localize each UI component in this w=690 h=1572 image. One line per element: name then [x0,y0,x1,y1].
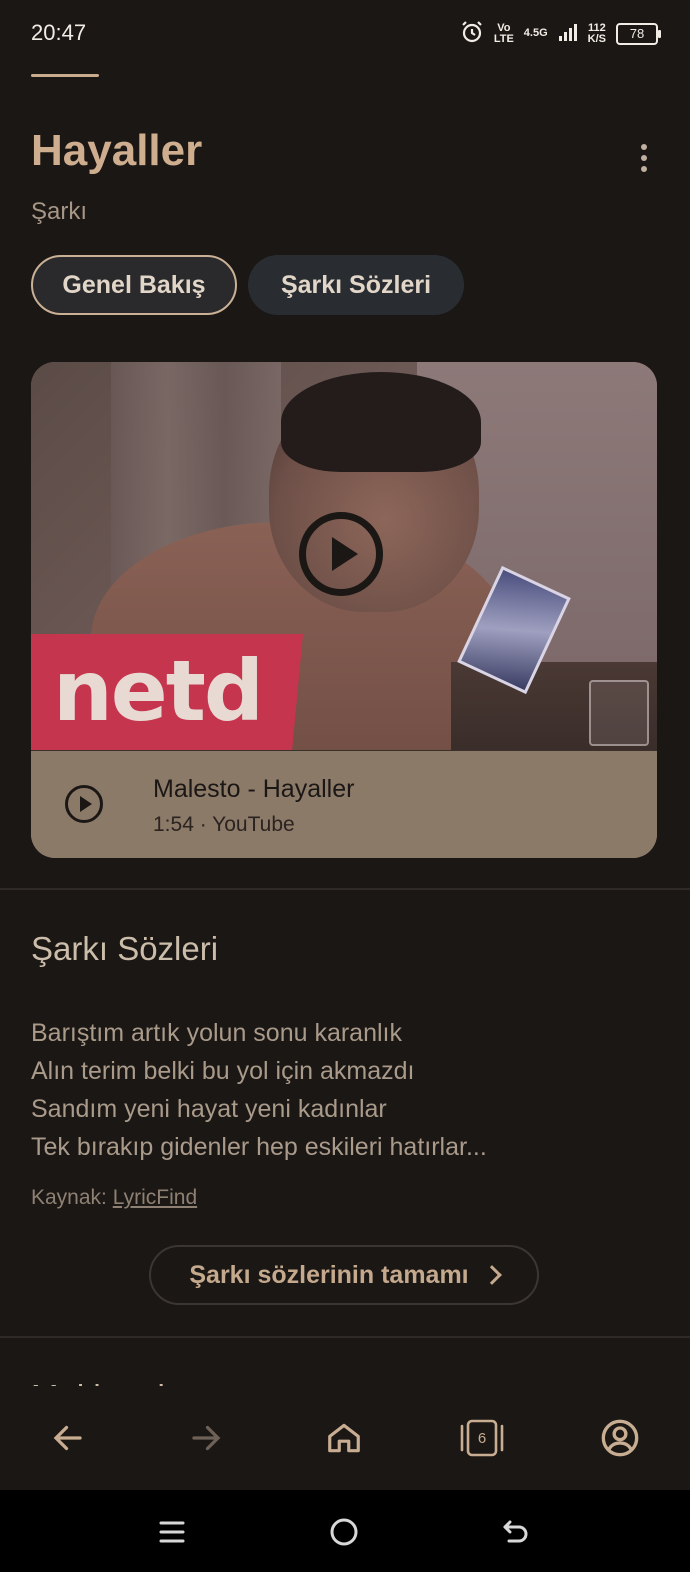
chevron-right-icon [481,1265,502,1285]
scroll-indicator [31,74,99,77]
play-overlay-icon[interactable] [299,512,383,596]
lyricfind-link[interactable]: LyricFind [113,1186,197,1209]
more-vert-icon[interactable] [626,140,662,176]
forward-arrow-icon[interactable] [176,1408,236,1468]
video-card[interactable]: netd Malesto - Hayaller 1:54 · YouTube [31,362,657,858]
lyrics-line: Alın terim belki bu yol için akmazdı [31,1057,415,1085]
lyrics-line: Barıştım artık yolun sonu karanlık [31,1019,402,1047]
tabs-icon[interactable]: 6 [452,1408,512,1468]
page-title: Hayaller [31,126,203,175]
video-info[interactable]: Malesto - Hayaller 1:54 · YouTube [31,750,657,858]
video-meta: 1:54 · YouTube [153,813,295,836]
bottom-nav: 6 [0,1386,690,1490]
lyrics-source: Kaynak: LyricFind [31,1186,197,1210]
page-subtitle: Şarkı [31,198,88,225]
battery-icon: 78 [616,22,661,45]
netd-logo: netd [53,642,264,740]
video-title: Malesto - Hayaller [153,775,355,803]
divider [0,888,690,890]
lyrics-line: Sandım yeni hayat yeni kadınlar [31,1095,387,1123]
lyrics-snippet: Barıştım artık yolun sonu karanlık Alın … [31,1014,487,1166]
battery-level: 78 [629,26,645,41]
alarm-icon [460,20,484,47]
tab-lyrics[interactable]: Şarkı Sözleri [248,255,464,315]
home-icon[interactable] [314,1408,374,1468]
status-time: 20:47 [31,20,87,45]
lyrics-line: Tek bırakıp gidenler hep eskileri hatırl… [31,1133,487,1161]
volte-indicator: Vo LTE [493,21,514,45]
back-icon[interactable] [492,1508,540,1556]
network-speed: 112 K/S [587,21,606,45]
full-lyrics-label: Şarkı sözlerinin tamamı [189,1260,469,1289]
signal-icon [558,22,578,45]
play-circle-icon[interactable] [65,785,103,823]
video-thumbnail[interactable]: netd [31,362,657,750]
home-circle-icon[interactable] [320,1508,368,1556]
tab-count: 6 [477,1429,487,1447]
account-icon[interactable] [590,1408,650,1468]
lyrics-heading: Şarkı Sözleri [31,930,219,967]
status-icons: Vo LTE 4.5G 112 K/S 78 [460,20,661,47]
back-arrow-icon[interactable] [38,1408,98,1468]
divider [0,1336,690,1338]
tab-overview[interactable]: Genel Bakış [31,255,237,315]
full-lyrics-button[interactable]: Şarkı sözlerinin tamamı [149,1245,539,1305]
system-nav-bar [0,1490,690,1572]
network-type: 4.5G [523,27,548,39]
menu-icon[interactable] [148,1508,196,1556]
source-prefix: Kaynak: [31,1186,107,1209]
